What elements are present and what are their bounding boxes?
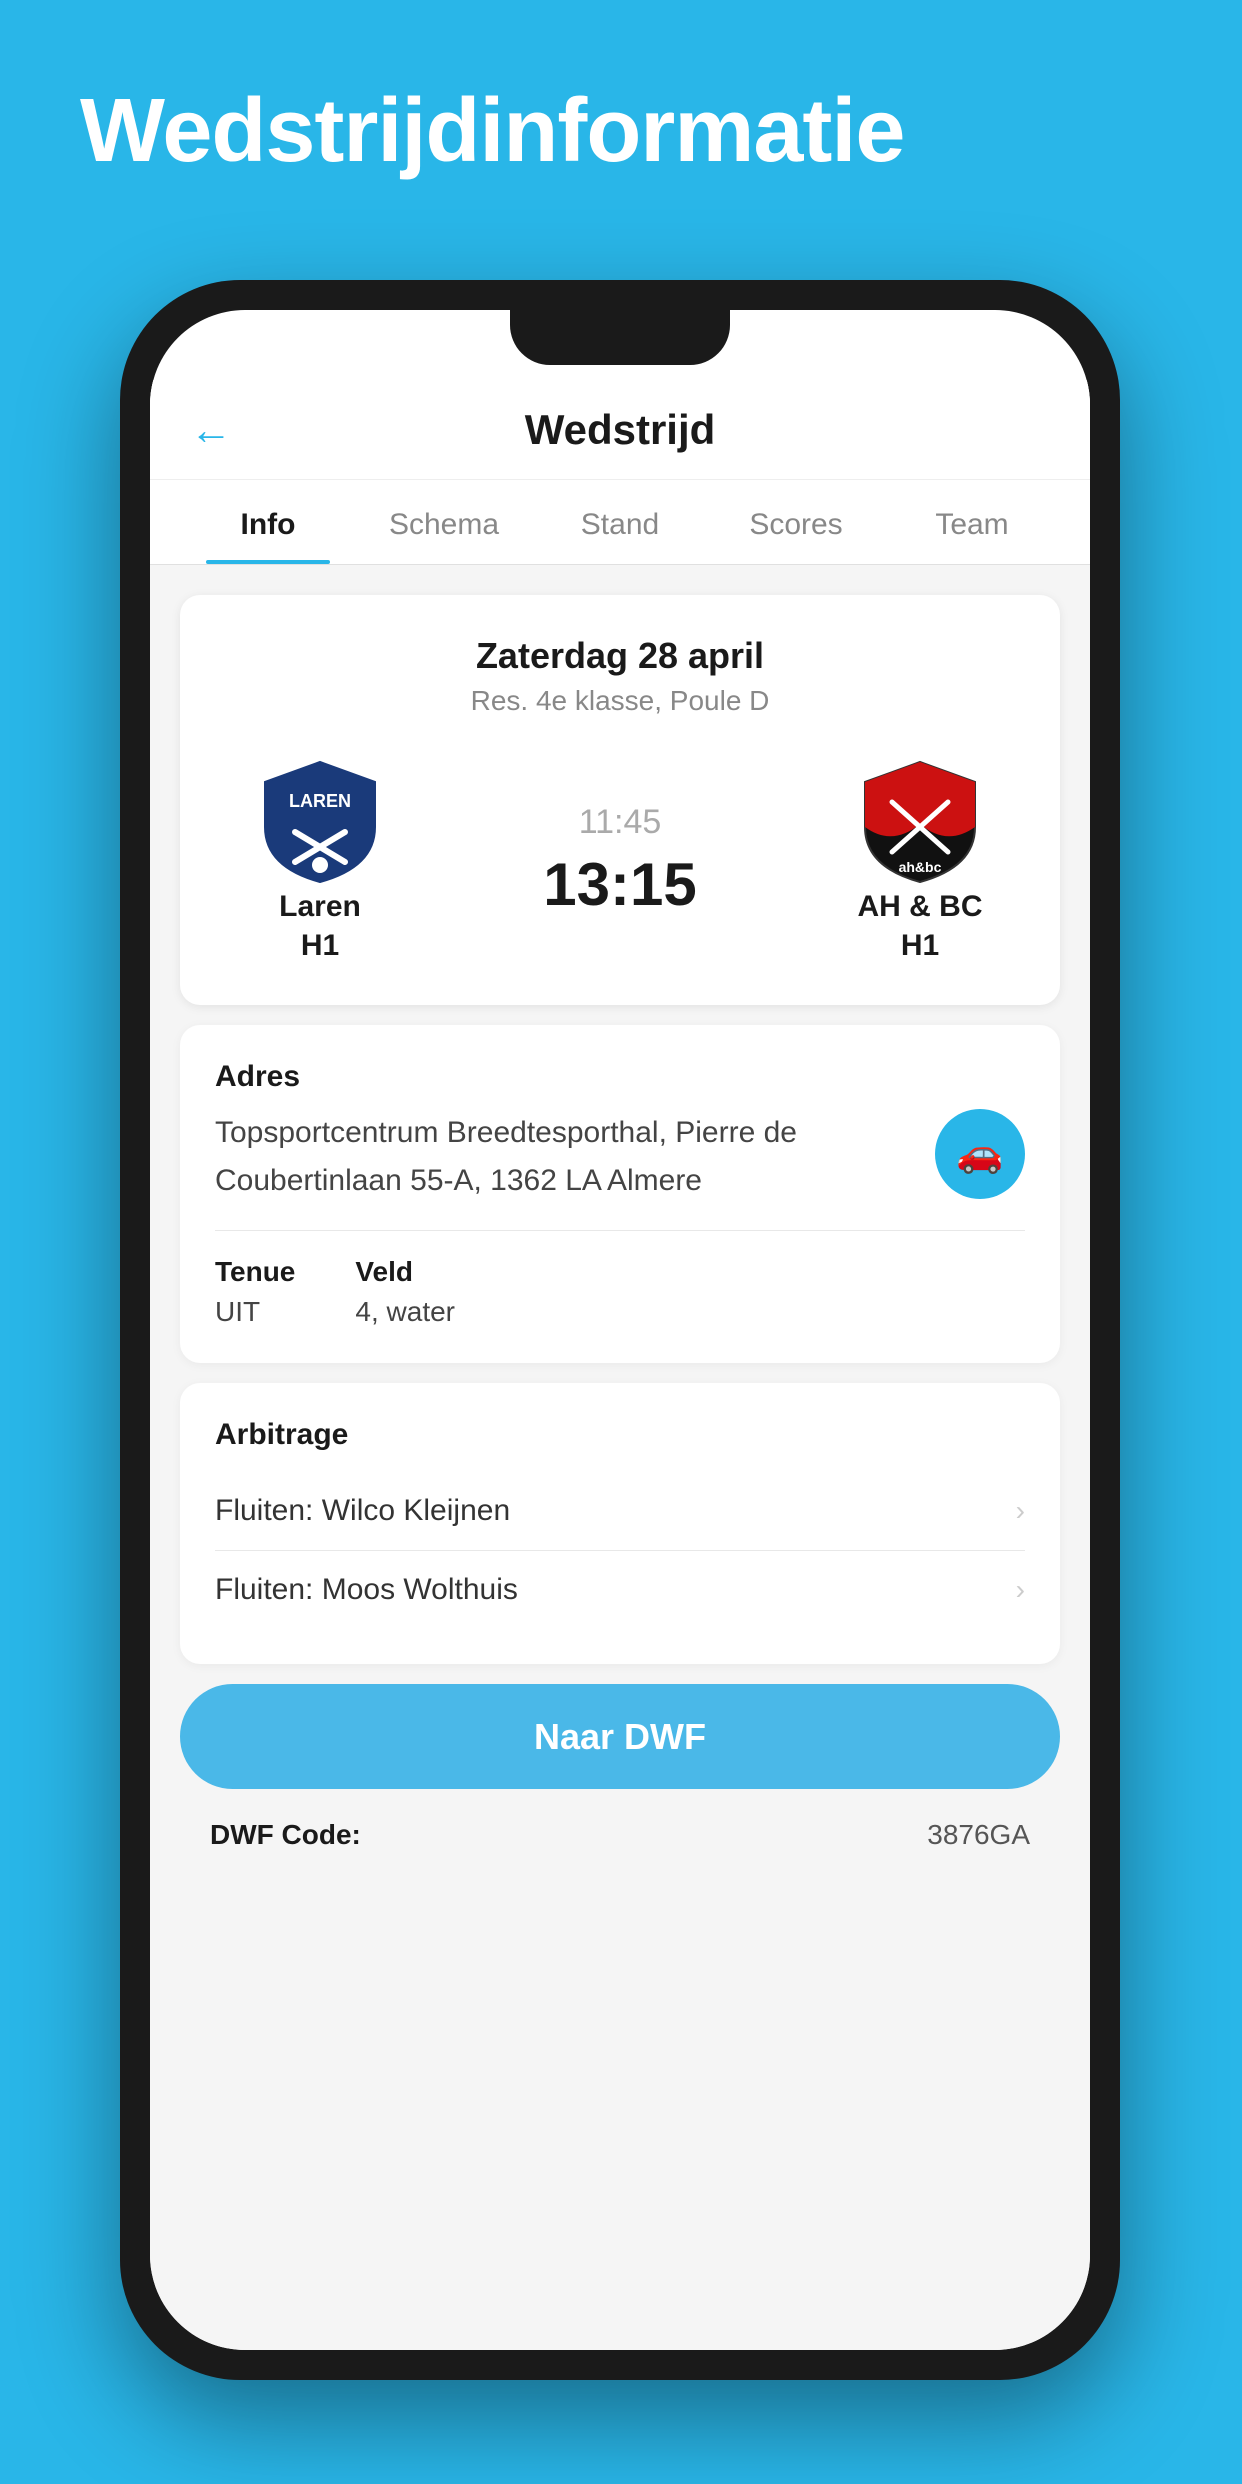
match-time: 11:45 — [579, 803, 662, 842]
dwf-code-label: DWF Code: — [210, 1819, 361, 1851]
tenue-value: UIT — [215, 1296, 295, 1328]
phone-notch — [510, 310, 730, 365]
dwf-button[interactable]: Naar DWF — [180, 1684, 1060, 1789]
chevron-icon-1: › — [1016, 1495, 1025, 1527]
page-background-title: Wedstrijdinformatie — [80, 80, 904, 183]
dwf-code-row: DWF Code: 3876GA — [150, 1789, 1090, 1881]
arbiter-1-text: Fluiten: Wilco Kleijnen — [215, 1494, 510, 1528]
veld-col: Veld 4, water — [355, 1256, 455, 1328]
address-label: Adres — [215, 1060, 1025, 1094]
laren-logo: LAREN — [260, 757, 380, 887]
arbiter-1[interactable]: Fluiten: Wilco Kleijnen › — [215, 1472, 1025, 1551]
tab-scores[interactable]: Scores — [708, 480, 884, 564]
match-teams: LAREN Laren H1 — [210, 757, 1030, 965]
svg-text:ah&bc: ah&bc — [899, 859, 942, 875]
away-team: ah&bc AH & BC H1 — [810, 757, 1030, 965]
chevron-icon-2: › — [1016, 1574, 1025, 1606]
ahbc-logo: ah&bc — [860, 757, 980, 887]
arbitrage-section: Arbitrage Fluiten: Wilco Kleijnen › Flui… — [180, 1383, 1060, 1664]
navigate-button[interactable]: 🚗 — [935, 1109, 1025, 1199]
arbitrage-label: Arbitrage — [215, 1418, 1025, 1452]
phone-shell: ← Wedstrijd Info Schema Stand Scores Tea… — [120, 280, 1120, 2380]
tenue-veld-row: Tenue UIT Veld 4, water — [215, 1256, 1025, 1328]
match-card: Zaterdag 28 april Res. 4e klasse, Poule … — [180, 595, 1060, 1005]
tab-stand[interactable]: Stand — [532, 480, 708, 564]
match-date: Zaterdag 28 april — [210, 635, 1030, 677]
svg-text:LAREN: LAREN — [289, 791, 351, 811]
tab-bar: Info Schema Stand Scores Team — [150, 480, 1090, 565]
divider-1 — [215, 1230, 1025, 1231]
arbiter-2[interactable]: Fluiten: Moos Wolthuis › — [215, 1551, 1025, 1629]
phone-screen: ← Wedstrijd Info Schema Stand Scores Tea… — [150, 310, 1090, 2350]
home-team-name: Laren H1 — [279, 887, 361, 965]
dwf-code-value: 3876GA — [927, 1819, 1030, 1851]
tenue-label: Tenue — [215, 1256, 295, 1288]
dwf-button-label: Naar DWF — [534, 1716, 706, 1758]
tenue-col: Tenue UIT — [215, 1256, 295, 1328]
address-row: Topsportcentrum Breedtesporthal, Pierre … — [215, 1109, 1025, 1205]
tab-schema[interactable]: Schema — [356, 480, 532, 564]
away-team-name: AH & BC H1 — [858, 887, 983, 965]
address-section: Adres Topsportcentrum Breedtesporthal, P… — [180, 1025, 1060, 1363]
score-block: 11:45 13:15 — [543, 803, 696, 919]
app-content: ← Wedstrijd Info Schema Stand Scores Tea… — [150, 380, 1090, 2350]
car-icon: 🚗 — [956, 1132, 1003, 1176]
match-league: Res. 4e klasse, Poule D — [210, 685, 1030, 717]
veld-label: Veld — [355, 1256, 455, 1288]
address-text: Topsportcentrum Breedtesporthal, Pierre … — [215, 1109, 915, 1205]
header-title: Wedstrijd — [525, 406, 716, 454]
veld-value: 4, water — [355, 1296, 455, 1328]
home-team: LAREN Laren H1 — [210, 757, 430, 965]
tab-info[interactable]: Info — [180, 480, 356, 564]
tab-team[interactable]: Team — [884, 480, 1060, 564]
match-score: 13:15 — [543, 850, 696, 919]
back-button[interactable]: ← — [190, 406, 232, 454]
app-header: ← Wedstrijd — [150, 380, 1090, 480]
arbiter-2-text: Fluiten: Moos Wolthuis — [215, 1573, 518, 1607]
